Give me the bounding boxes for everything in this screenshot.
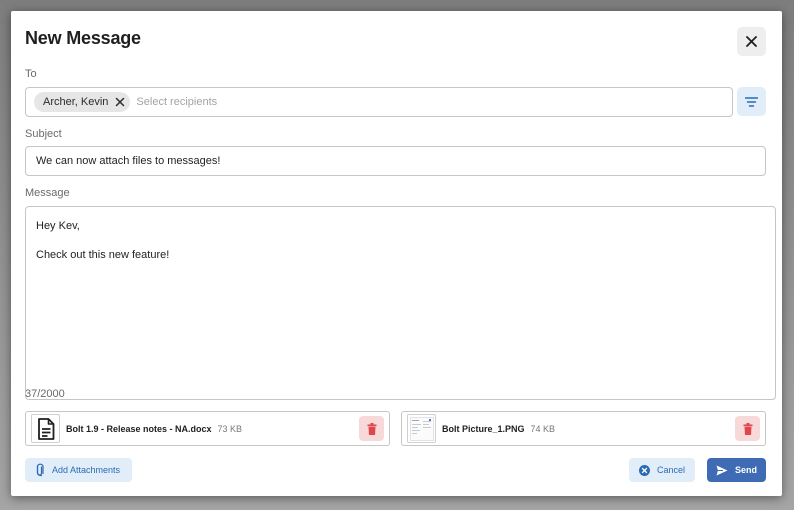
attachment-name: Bolt 1.9 - Release notes - NA.docx bbox=[66, 423, 212, 434]
dialog-title: New Message bbox=[25, 28, 141, 48]
trash-icon bbox=[743, 422, 753, 435]
trash-icon bbox=[367, 422, 377, 435]
send-button[interactable]: Send bbox=[707, 458, 766, 482]
add-attachments-label: Add Attachments bbox=[52, 465, 121, 475]
delete-attachment-button[interactable] bbox=[735, 416, 760, 441]
cancel-label: Cancel bbox=[657, 465, 686, 475]
attachment-size: 74 KB bbox=[530, 423, 556, 434]
document-icon bbox=[31, 414, 60, 443]
message-line: Check out this new feature! bbox=[36, 249, 170, 261]
delete-attachment-button[interactable] bbox=[359, 416, 384, 441]
cancel-button[interactable]: Cancel bbox=[629, 458, 695, 482]
subject-label: Subject bbox=[25, 128, 62, 140]
filter-icon bbox=[745, 96, 758, 107]
add-attachments-button[interactable]: Add Attachments bbox=[25, 458, 132, 482]
send-label: Send bbox=[735, 465, 758, 475]
recipients-field[interactable]: Archer, Kevin bbox=[25, 87, 733, 117]
attachment-name: Bolt Picture_1.PNG bbox=[442, 423, 525, 434]
message-line: Hey Kev, bbox=[36, 220, 80, 232]
filter-recipients-button[interactable] bbox=[737, 87, 766, 116]
message-label: Message bbox=[25, 187, 70, 199]
to-label: To bbox=[25, 68, 37, 80]
close-icon bbox=[116, 97, 125, 107]
new-message-dialog: New Message To Archer, Kevin Subject bbox=[11, 11, 782, 496]
attachment-size: 73 KB bbox=[217, 423, 243, 434]
paperclip-icon bbox=[35, 463, 44, 477]
attachment-item: Bolt 1.9 - Release notes - NA.docx 73 KB bbox=[25, 411, 390, 446]
close-icon bbox=[746, 36, 757, 47]
image-thumbnail bbox=[407, 414, 436, 443]
subject-value: We can now attach files to messages! bbox=[36, 155, 221, 167]
recipient-chip: Archer, Kevin bbox=[34, 92, 131, 112]
attachment-item: Bolt Picture_1.PNG 74 KB bbox=[401, 411, 766, 446]
cancel-icon bbox=[639, 464, 650, 476]
character-count: 37/2000 bbox=[25, 388, 65, 400]
subject-input[interactable]: We can now attach files to messages! bbox=[25, 146, 766, 176]
send-icon bbox=[716, 465, 728, 476]
recipient-chip-label: Archer, Kevin bbox=[43, 96, 109, 108]
close-button[interactable] bbox=[737, 27, 766, 56]
remove-recipient-button[interactable] bbox=[115, 97, 125, 107]
recipients-input[interactable] bbox=[136, 96, 537, 108]
message-textarea[interactable]: Hey Kev, Check out this new feature! bbox=[25, 206, 776, 400]
